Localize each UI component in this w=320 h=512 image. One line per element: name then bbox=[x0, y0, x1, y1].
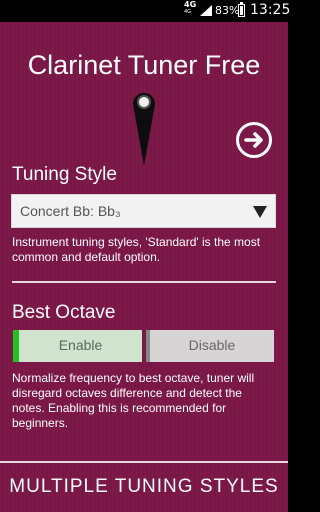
disable-button[interactable]: Disable bbox=[146, 330, 274, 362]
signal-icon bbox=[200, 5, 212, 16]
banner-divider bbox=[0, 461, 288, 463]
best-octave-label: Best Octave bbox=[12, 302, 116, 323]
battery-percentage: 83% bbox=[215, 4, 240, 17]
enable-button[interactable]: Enable bbox=[13, 330, 142, 362]
network-indicator: 4G 4G bbox=[184, 0, 197, 16]
battery-icon bbox=[238, 4, 245, 17]
clock: 13:25 bbox=[250, 2, 291, 18]
app-title: Clarinet Tuner Free bbox=[27, 50, 261, 80]
caret-down-icon bbox=[253, 206, 267, 218]
best-octave-description: Normalize frequency to best octave, tune… bbox=[12, 371, 255, 430]
section-divider bbox=[12, 281, 276, 283]
app-screen: Clarinet Tuner Free Tuning Style Concert… bbox=[0, 22, 288, 512]
next-button[interactable] bbox=[236, 122, 272, 158]
promo-banner: MULTIPLE TUNING STYLES bbox=[9, 476, 279, 497]
arrow-right-circle-icon bbox=[244, 132, 263, 148]
tuning-style-dropdown[interactable]: Concert Bb: Bb₃ bbox=[11, 194, 276, 228]
tuning-style-description: Instrument tuning styles, 'Standard' is … bbox=[12, 235, 261, 264]
tuning-style-selected: Concert Bb: Bb₃ bbox=[20, 203, 121, 219]
status-bar: 4G 4G 83% 13:25 bbox=[0, 0, 291, 22]
tuner-needle-icon bbox=[133, 93, 155, 166]
tuning-style-label: Tuning Style bbox=[12, 164, 117, 185]
